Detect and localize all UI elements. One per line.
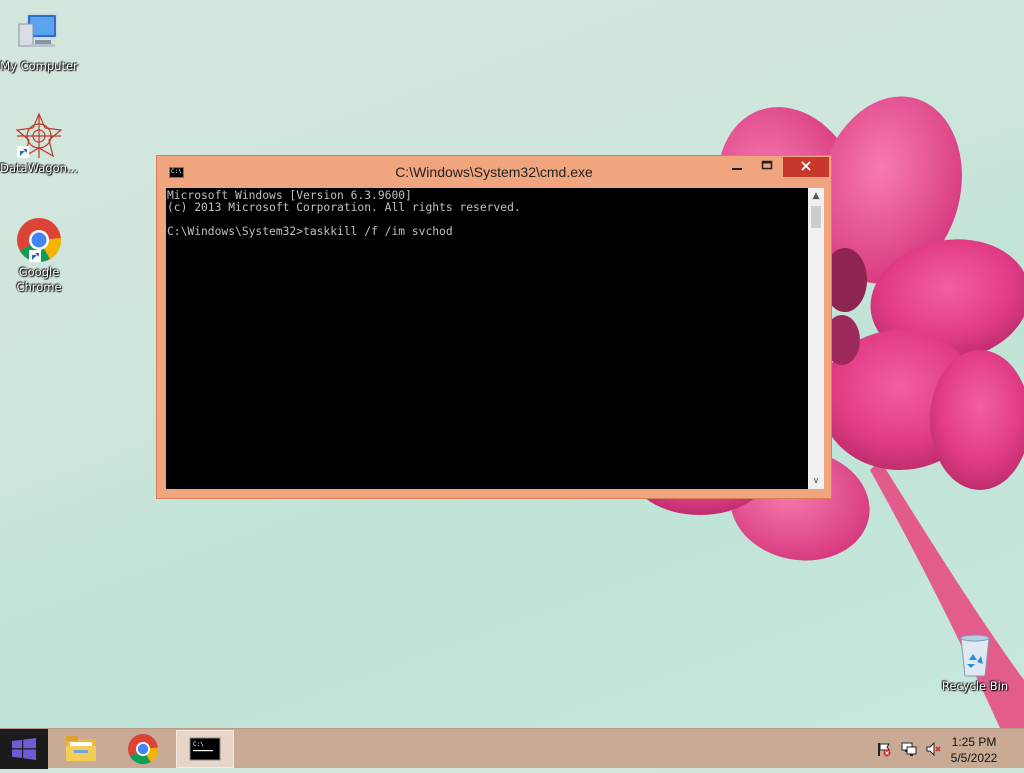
maximize-icon: [761, 160, 773, 170]
windows-logo-icon: [12, 738, 36, 760]
cmd-icon: C:\: [189, 737, 221, 761]
close-button[interactable]: [783, 157, 829, 177]
desktop-icon-label: DataWagon...: [0, 161, 78, 175]
recycle-bin-icon: [951, 630, 999, 678]
console-prompt-line: C:\Windows\System32>taskkill /f /im svch…: [167, 225, 453, 238]
system-tray: 1:25 PM 5/5/2022: [864, 729, 1024, 769]
close-icon: [801, 161, 811, 171]
network-icon[interactable]: [901, 741, 917, 757]
chrome-icon: [15, 216, 63, 264]
console-line: (c) 2013 Microsoft Corporation. All righ…: [167, 201, 521, 214]
volume-muted-icon[interactable]: [926, 741, 942, 757]
desktop-icon-google-chrome[interactable]: Google Chrome: [0, 216, 78, 295]
computer-icon: [15, 10, 63, 58]
desktop-icon-datawagon[interactable]: DataWagon...: [0, 112, 78, 176]
scroll-thumb[interactable]: [811, 206, 821, 228]
clock-time: 1:25 PM: [951, 735, 997, 749]
action-center-flag-icon[interactable]: [876, 741, 892, 757]
taskbar-cmd[interactable]: C:\: [176, 730, 234, 768]
cmd-window[interactable]: C:\ C:\Windows\System32\cmd.exe Microsof…: [156, 155, 832, 499]
desktop-icon-my-computer[interactable]: My Computer: [0, 10, 78, 74]
clock[interactable]: 1:25 PM 5/5/2022: [944, 734, 1004, 766]
taskbar-file-explorer[interactable]: [52, 730, 110, 768]
clock-date: 5/5/2022: [950, 751, 998, 765]
scroll-down-arrow-icon[interactable]: ∨: [808, 473, 824, 489]
vertical-scrollbar[interactable]: ▲ ∨: [808, 188, 824, 489]
scroll-up-arrow-icon[interactable]: ▲: [808, 188, 824, 204]
file-explorer-icon: [66, 736, 96, 761]
desktop-icon-recycle-bin[interactable]: Recycle Bin: [936, 630, 1014, 694]
start-button[interactable]: [0, 729, 48, 769]
minimize-icon: [732, 168, 742, 170]
title-bar[interactable]: C:\ C:\Windows\System32\cmd.exe: [157, 156, 831, 188]
desktop-icon-label: My Computer: [0, 59, 78, 73]
desktop-icon-label: Recycle Bin: [941, 679, 1009, 693]
datawagon-icon: [15, 112, 63, 160]
console-output[interactable]: Microsoft Windows [Version 6.3.9600] (c)…: [166, 188, 808, 489]
minimize-button[interactable]: [723, 157, 751, 177]
maximize-button[interactable]: [753, 157, 781, 177]
taskbar-google-chrome[interactable]: [114, 730, 172, 768]
taskbar: C:\ 1:25 PM 5/5/2022: [0, 728, 1024, 769]
chrome-icon: [128, 734, 159, 765]
desktop-icon-label: Google Chrome: [16, 265, 62, 294]
svg-text:C:\: C:\: [193, 741, 204, 748]
